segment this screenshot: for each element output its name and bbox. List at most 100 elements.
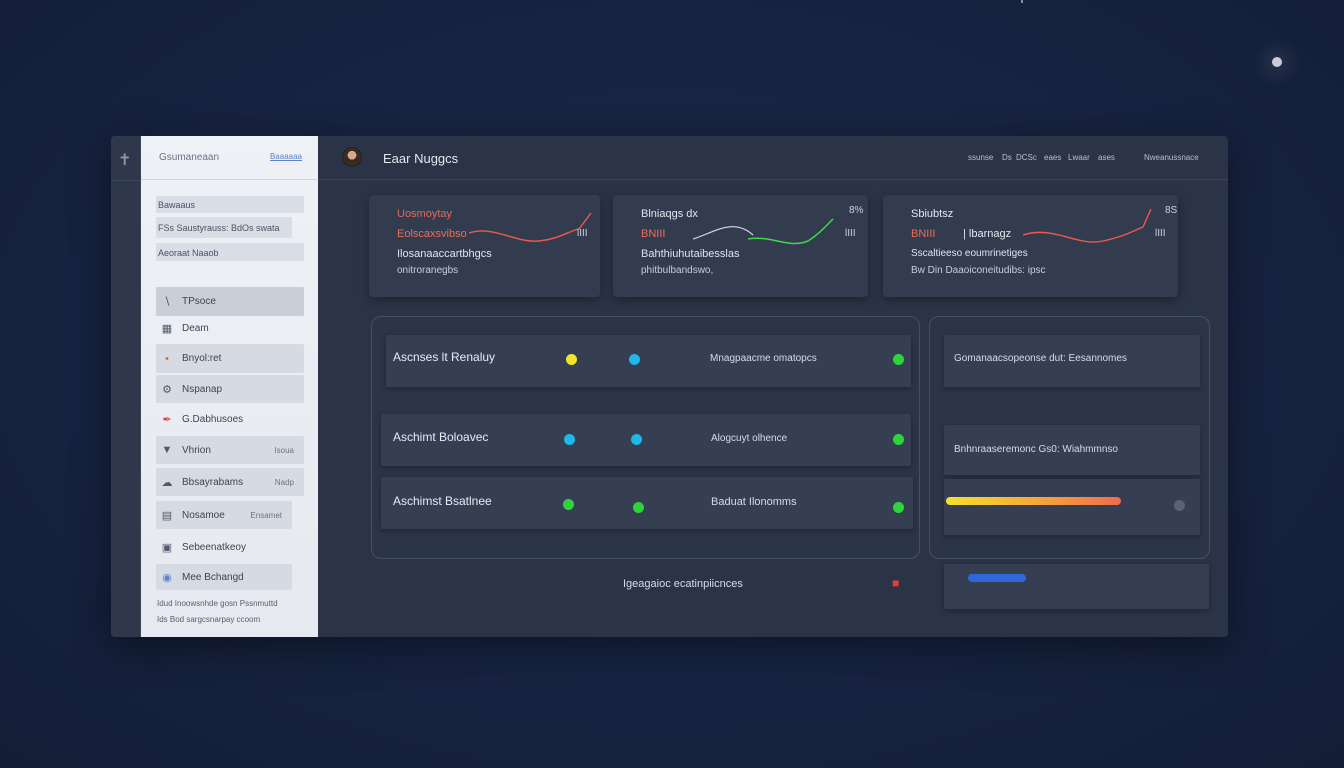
table-row[interactable]: Ascnses lt Renaluy Mnagpaacme omatopcs [386,335,911,387]
sidebar-item-nosamoe[interactable]: ▤ Nosamoe Ensamet [156,501,292,529]
row-secondary-label: Alogcuyt olhence [711,433,788,444]
sidebar-item-trail: Nadp [274,477,294,487]
stat-percent: 8S [1165,205,1178,216]
nav-item[interactable]: eaes [1044,153,1061,162]
sidebar-item-sebeenatkeoy[interactable]: ▣ Sebeenatkeoy [156,534,304,561]
sidebar-block-label: FSs Saustyrauss: BdOs swata [158,223,280,233]
sidebar: Gsumaneaan Baaaaaa Bawaaus FSs Saustyrau… [141,136,318,637]
table-row[interactable]: Aschimst Bsatlnee Baduat Ilonomms [381,477,913,529]
row-secondary-label: Baduat Ilonomms [711,496,797,508]
sparkline [1023,208,1152,243]
ambient-light [1272,57,1282,67]
sidebar-item-label: Bbsayrabams [182,476,244,488]
range-slider[interactable] [968,574,1026,582]
stat-mini-bars: lIII [845,228,856,239]
grid-icon: ▦ [161,323,173,335]
side-row[interactable]: Bnhnraaseremonc Gs0: Wiahmmnso [944,425,1200,475]
icon-rail: ✝ [111,136,141,637]
nav-item[interactable]: Ds [1002,153,1012,162]
nav-item[interactable]: DCSc [1016,153,1037,162]
nav-item[interactable]: Lwaar [1068,153,1090,162]
sidebar-item-label: Bnyol:ret [182,353,222,364]
stat-card-3[interactable]: Sbiubtsz BNIII | lbarnagz Sscaltieeso eo… [883,195,1178,297]
progress-bar [946,497,1121,505]
pen-icon: ✒ [162,414,172,426]
top-header: Eaar Nuggcs ssunse Ds DCSc eaes Lwaar as… [318,136,1228,180]
stat-description-secondary: onitroranegbs [397,265,459,276]
nav-item[interactable]: Nweanussnace [1144,153,1199,162]
sidebar-header: Gsumaneaan Baaaaaa [141,136,318,180]
sidebar-item-mee-bchangd[interactable]: ◉ Mee Bchangd [156,564,292,590]
status-dot [629,354,640,365]
status-dot [893,354,904,365]
document-icon: ▤ [161,509,173,522]
sidebar-item-nspanap[interactable]: ⚙ Nspanap [156,375,304,403]
stat-sub: BNIII [641,228,666,240]
rail-divider [111,180,141,181]
stat-description: Sscaltieeso eoumrinetiges [911,248,1028,259]
nav-item[interactable]: ssunse [968,153,993,162]
sidebar-block-label: Bawaaus [158,200,196,210]
sidebar-block-1[interactable]: Bawaaus [156,196,304,213]
slider-row [944,564,1209,609]
sidebar-item-deam[interactable]: ▦ Deam [156,315,304,342]
avatar[interactable] [342,147,362,167]
status-dot [893,502,904,513]
row-label: Gomanaacsopeonse dut: Eesannomes [954,353,1127,364]
sidebar-item-vhrion[interactable]: ▼ Vhrion Isoua [156,436,304,464]
row-secondary-label: Mnagpaacme omatopcs [710,353,817,364]
side-row [944,479,1200,535]
stat-card-2[interactable]: Blniaqgs dx BNIII Bahthiuhutaibesslas ph… [613,195,868,297]
sparkline [469,212,592,242]
alert-icon[interactable]: ■ [892,576,899,590]
sidebar-title: Gsumaneaan [159,152,220,163]
side-row[interactable]: Gomanaacsopeonse dut: Eesannomes [944,335,1200,387]
logo-icon[interactable]: ✝ [118,150,134,170]
sidebar-block-2[interactable]: FSs Saustyrauss: BdOs swata [156,217,292,238]
footer-label: Igeagaioc ecatinpiicnces [623,578,743,590]
stat-card-1[interactable]: Uosmoytay Eolscaxsvibso Ilosanaaccartbhg… [369,195,600,297]
page-title: Eaar Nuggcs [383,151,459,166]
app-window: ✝ Gsumaneaan Baaaaaa Bawaaus FSs Saustyr… [111,136,1228,637]
status-dot [566,354,577,365]
sidebar-item-label: Nosamoe [182,509,225,521]
stat-percent: 8% [849,205,864,216]
status-dot [563,499,574,510]
sidebar-item-label: Mee Bchangd [182,571,244,583]
sidebar-item-gdabhusoes[interactable]: ✒ G.Dabhusoes [156,406,304,433]
status-dot [631,434,642,445]
sidebar-item-bnyolret[interactable]: • Bnyol:ret [156,344,304,373]
sidebar-item-trail: Isoua [274,445,294,455]
sparkline [693,218,834,245]
stat-description: Ilosanaaccartbhgcs [397,248,492,260]
row-label: Ascnses lt Renaluy [393,350,496,364]
nav-item[interactable]: ases [1098,153,1115,162]
cloud-icon: ☁ [161,476,173,489]
sidebar-item-trail: Ensamet [250,510,282,520]
sidebar-item-label: Nspanap [182,383,223,395]
table-row[interactable]: Aschimt Boloavec Alogcuyt olhence [381,414,911,466]
sidebar-block-label: Aeoraat Naaob [158,248,219,258]
status-dot [633,502,644,513]
sidebar-header-link[interactable]: Baaaaaa [270,152,302,161]
sidebar-footer-line-1: Idud Inoowsnhde gosn Pssnmuttd [157,599,278,608]
top-mark [1021,0,1023,3]
stat-description-secondary: phitbulbandswo, [641,265,714,276]
sidebar-item-label: Vhrion [182,444,211,456]
stat-mini-bars: lIII [577,228,588,239]
status-dot [893,434,904,445]
stat-sub-suffix: | lbarnagz [963,228,1012,240]
row-label: Aschimt Boloavec [393,430,489,444]
sidebar-item-label: Sebeenatkeoy [182,542,246,553]
status-dot [1174,500,1185,511]
sidebar-item-label: TPsoce [182,296,216,307]
progress-fill [946,497,1121,505]
filter-icon: ▼ [161,444,173,456]
sidebar-item-tpsoce[interactable]: ∖ TPsoce [156,287,304,316]
sidebar-item-label: Deam [182,323,209,334]
sidebar-item-label: G.Dabhusoes [182,414,244,425]
sidebar-item-bbsayrabams[interactable]: ☁ Bbsayrabams Nadp [156,468,304,496]
sidebar-block-3[interactable]: Aeoraat Naaob [156,243,304,261]
stat-label: Uosmoytay [397,208,453,220]
tag-icon: ◉ [162,571,172,584]
